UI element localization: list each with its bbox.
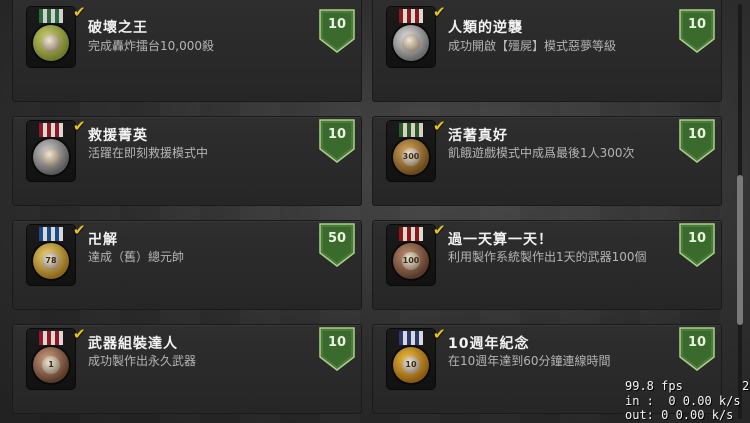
achievement-medal: 100 ✔ [383, 221, 446, 291]
skull-medal-icon [387, 7, 435, 67]
medal-ribbon [39, 227, 63, 241]
achievement-description: 成功開啟【殭屍】模式惡夢等級 [448, 39, 617, 53]
achievement-medal: ✔ [23, 3, 86, 73]
achievement-card[interactable]: ✔ 救援菁英 活躍在即刻救援模式中 10 [12, 116, 362, 206]
achievement-card[interactable]: 1 ✔ 武器組裝達人 成功製作出永久武器 10 [12, 324, 362, 414]
medal-disc: 100 [393, 243, 429, 279]
medal-ribbon [39, 331, 63, 345]
medal-ribbon [399, 9, 423, 23]
achievement-title: 人類的逆襲 [448, 20, 523, 36]
medal-ribbon [39, 9, 63, 23]
medal-disc-label: 100 [402, 252, 420, 270]
points-badge: 10 [679, 119, 715, 163]
points-value: 10 [327, 335, 347, 350]
medal-disc [33, 25, 69, 61]
medal-disc: 78 [33, 243, 69, 279]
points-badge: 10 [679, 9, 715, 53]
medal-ribbon [399, 227, 423, 241]
completed-check-icon: ✔ [73, 117, 86, 135]
achievement-description: 成功製作出永久武器 [88, 354, 197, 368]
outgoing-rate: out: 0 0.00 k/s [625, 408, 734, 422]
craft-medal-icon: 1 [27, 329, 75, 389]
achievement-medal: 1 ✔ [23, 325, 86, 395]
medal-disc: 300 [393, 139, 429, 175]
medal-disc: 10 [393, 347, 429, 383]
points-badge: 50 [319, 223, 355, 267]
rescue-medal-icon [27, 121, 75, 181]
achievement-description: 活躍在即刻救援模式中 [88, 146, 209, 160]
points-value: 10 [327, 127, 347, 142]
medal-disc-label: 10 [402, 356, 420, 374]
achievement-medal: 10 ✔ [383, 325, 446, 395]
achievement-title: 過一天算一天！ [448, 232, 553, 248]
achievement-card[interactable]: 100 ✔ 過一天算一天！ 利用製作系統製作出1天的武器100個 10 [372, 220, 722, 310]
completed-check-icon: ✔ [433, 117, 446, 135]
completed-check-icon: ✔ [433, 325, 446, 343]
medal-disc-label [402, 34, 420, 52]
points-value: 50 [327, 231, 347, 246]
points-badge: 10 [319, 119, 355, 163]
completed-check-icon: ✔ [73, 3, 86, 21]
achievement-description: 完成轟炸擂台10,000殺 [88, 39, 214, 53]
achievement-card[interactable]: 78 ✔ 卍解 達成（舊）總元帥 50 [12, 220, 362, 310]
achievement-medal: 78 ✔ [23, 221, 86, 291]
scrollbar-thumb[interactable] [737, 175, 743, 325]
medal-ribbon [399, 123, 423, 137]
achievement-description: 利用製作系統製作出1天的武器100個 [448, 250, 647, 264]
achievement-description: 達成（舊）總元帥 [88, 250, 185, 264]
stats-edge-digit: 2 [742, 379, 750, 393]
points-badge: 10 [319, 9, 355, 53]
fps-readout: 99.8 fps [625, 379, 683, 393]
completed-check-icon: ✔ [73, 221, 86, 239]
achievement-title: 卍解 [88, 232, 118, 248]
achievement-title: 救援菁英 [88, 128, 148, 144]
medal-disc-label: 1 [42, 356, 60, 374]
achievement-medal: 300 ✔ [383, 117, 446, 187]
scrollbar[interactable] [735, 0, 745, 423]
medal-disc [393, 25, 429, 61]
points-badge: 10 [679, 223, 715, 267]
medal-disc-label [42, 34, 60, 52]
completed-check-icon: ✔ [433, 3, 446, 21]
points-value: 10 [687, 17, 707, 32]
achievement-description: 在10週年達到60分鐘連線時間 [448, 354, 611, 368]
achievement-title: 武器組裝達人 [88, 336, 178, 352]
gear-medal-icon: 100 [387, 225, 435, 285]
medal-disc: 1 [33, 347, 69, 383]
incoming-rate: in : 0 0.00 k/s [625, 393, 741, 408]
achievement-medal: ✔ [383, 3, 446, 73]
medal-ribbon [399, 331, 423, 345]
achievement-medal: ✔ [23, 117, 86, 187]
achievement-card[interactable]: ✔ 人類的逆襲 成功開啟【殭屍】模式惡夢等級 10 [372, 0, 722, 102]
achievement-description: 飢餓遊戲模式中成爲最後1人300次 [448, 146, 635, 160]
medal-disc [33, 139, 69, 175]
points-value: 10 [687, 335, 707, 350]
points-value: 10 [687, 231, 707, 246]
medal-ribbon [39, 123, 63, 137]
achievement-title: 破壞之王 [88, 20, 148, 36]
points-value: 10 [687, 127, 707, 142]
points-value: 10 [327, 17, 347, 32]
anniversary-medal-icon: 10 [387, 329, 435, 389]
star-medal-icon: 78 [27, 225, 75, 285]
network-stats: 99.8 fps in : 0 0.00 k/s out: 0 0.00 k/s [625, 379, 741, 423]
points-badge: 10 [319, 327, 355, 371]
achievement-card[interactable]: ✔ 破壞之王 完成轟炸擂台10,000殺 10 [12, 0, 362, 102]
completed-check-icon: ✔ [433, 221, 446, 239]
survivor-medal-icon: 300 [387, 121, 435, 181]
completed-check-icon: ✔ [73, 325, 86, 343]
achievement-title: 活著真好 [448, 128, 508, 144]
achievement-card[interactable]: 300 ✔ 活著真好 飢餓遊戲模式中成爲最後1人300次 10 [372, 116, 722, 206]
medal-disc-label: 300 [402, 148, 420, 166]
points-badge: 10 [679, 327, 715, 371]
grenade-launcher-medal-icon [27, 7, 75, 67]
medal-disc-label: 78 [42, 252, 60, 270]
medal-disc-label [42, 148, 60, 166]
achievement-title: 10週年紀念 [448, 336, 530, 352]
